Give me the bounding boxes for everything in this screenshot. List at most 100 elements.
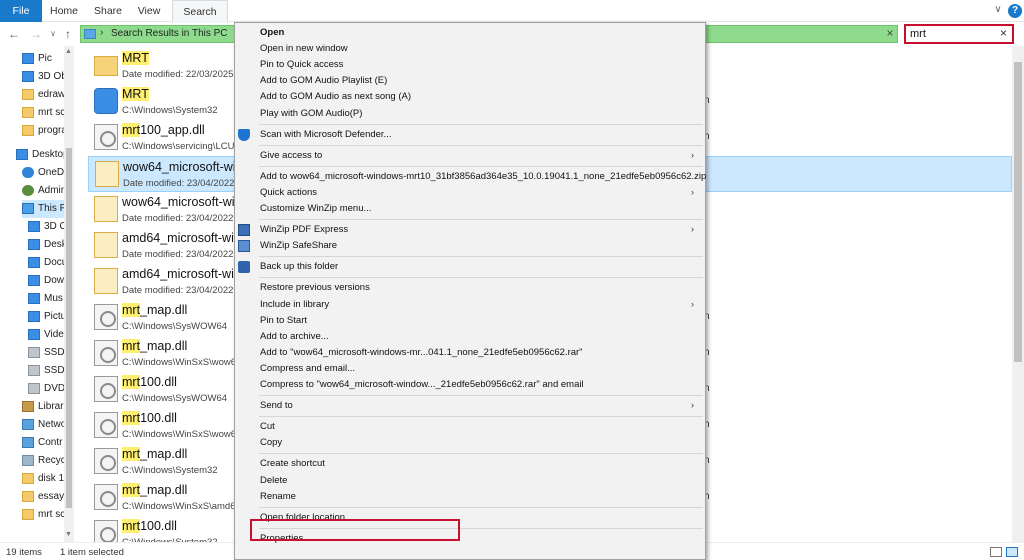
menu-item-copy[interactable]: Copy: [235, 435, 705, 452]
nav-item-label: SSD-: [44, 365, 64, 376]
nav-item[interactable]: mrt sc: [22, 104, 64, 122]
nav-item[interactable]: Pic: [22, 50, 64, 68]
menu-separator: [259, 453, 703, 455]
nav-item[interactable]: OneDr: [22, 164, 64, 182]
menu-item-compress-to-wow64-microsoft-window-21edf[interactable]: Compress to "wow64_microsoft-window..._2…: [235, 377, 705, 394]
menu-item-restore-previous-versions[interactable]: Restore previous versions: [235, 280, 705, 297]
nav-item[interactable]: Mus: [28, 290, 64, 308]
scroll-up-icon[interactable]: ▲: [65, 48, 72, 55]
menu-item-label: WinZip SafeShare: [260, 240, 338, 252]
nav-item[interactable]: This P: [22, 200, 64, 218]
nav-item-label: Mus: [44, 293, 63, 304]
menu-item-quick-actions[interactable]: Quick actions ›: [235, 185, 705, 202]
menu-item-scan-with-microsoft-defender[interactable]: Scan with Microsoft Defender...: [235, 127, 705, 144]
nav-item-label: essays: [38, 491, 64, 502]
address-clear-button[interactable]: ×: [883, 26, 897, 40]
nav-item[interactable]: mrt sc: [22, 506, 64, 524]
menu-item-rename[interactable]: Rename: [235, 489, 705, 506]
file-name: mrt100_app.dll: [122, 123, 205, 137]
menu-item-give-access-to[interactable]: Give access to ›: [235, 148, 705, 165]
menu-item-add-to-gom-audio-as-next-song-a[interactable]: Add to GOM Audio as next song (A): [235, 89, 705, 106]
large-icons-view-icon[interactable]: [1006, 547, 1018, 557]
menu-item-compress-and-email[interactable]: Compress and email...: [235, 361, 705, 378]
nav-item[interactable]: Desktop: [16, 146, 64, 164]
nav-item[interactable]: 3D Ob: [22, 68, 64, 86]
nav-item[interactable]: Docu: [28, 254, 64, 272]
menu-separator: [259, 506, 703, 508]
item-count: 19 items: [6, 547, 42, 558]
menu-item-add-to-archive[interactable]: Add to archive...: [235, 329, 705, 346]
file-list-scrollbar-thumb[interactable]: [1014, 62, 1022, 362]
menu-item-add-to-wow64-microsoft-windows-mrt10-31b[interactable]: Add to wow64_microsoft-windows-mrt10_31b…: [235, 169, 706, 186]
chevron-down-icon[interactable]: ∨: [992, 4, 1004, 16]
nav-item[interactable]: Recyc: [22, 452, 64, 470]
back-arrow-icon[interactable]: ←: [8, 27, 20, 41]
tab-view[interactable]: View: [132, 0, 166, 22]
tab-home[interactable]: Home: [44, 0, 84, 22]
menu-item-label: Cut: [260, 421, 275, 433]
nav-item[interactable]: Librari: [22, 398, 64, 416]
menu-item-open-in-new-window[interactable]: Open in new window: [235, 41, 705, 58]
nav-item[interactable]: SSD-: [28, 362, 64, 380]
nav-item-label: 3D O: [44, 221, 64, 232]
nav-item[interactable]: 3D O: [28, 218, 64, 236]
menu-item-add-to-wow64-microsoft-windows-mr-041-1-[interactable]: Add to "wow64_microsoft-windows-mr...041…: [235, 345, 705, 362]
folder-icon: [22, 491, 34, 502]
compressed-folder-icon: [95, 161, 119, 187]
file-meta: C:\Windows\WinSxS\wow64: [122, 357, 242, 368]
menu-item-open[interactable]: Open: [235, 25, 705, 42]
search-clear-button[interactable]: ×: [1000, 26, 1007, 40]
nav-item[interactable]: DVD: [28, 380, 64, 398]
nav-item-label: edraw: [38, 89, 64, 100]
details-view-icon[interactable]: [990, 547, 1002, 557]
menu-item-play-with-gom-audio-p[interactable]: Play with GOM Audio(P): [235, 106, 705, 123]
file-name: mrt100.dll: [122, 519, 177, 533]
menu-item-include-in-library[interactable]: Include in library ›: [235, 297, 705, 314]
tab-search[interactable]: Search: [172, 0, 228, 23]
menu-item-add-to-gom-audio-playlist-e[interactable]: Add to GOM Audio Playlist (E): [235, 73, 705, 90]
tab-share[interactable]: Share: [88, 0, 128, 22]
menu-item-pin-to-start[interactable]: Pin to Start: [235, 313, 705, 330]
nav-item[interactable]: Admin: [22, 182, 64, 200]
nav-item-label: SSD-: [44, 347, 64, 358]
menu-item-customize-winzip-menu[interactable]: Customize WinZip menu...: [235, 201, 705, 218]
compressed-folder-icon: [94, 268, 118, 294]
nav-item[interactable]: edraw: [22, 86, 64, 104]
file-name-part: _map.dll: [140, 303, 188, 317]
file-name: mrt100.dll: [122, 375, 177, 389]
menu-item-label: Copy: [260, 437, 283, 449]
nav-item-label: disk 1(: [38, 473, 64, 484]
menu-item-label: Quick actions: [260, 186, 318, 198]
menu-item-back-up-this-folder[interactable]: Back up this folder: [235, 259, 705, 276]
scroll-down-icon[interactable]: ▼: [65, 531, 72, 538]
nav-item[interactable]: disk 1(: [22, 470, 64, 488]
menu-separator: [259, 277, 703, 279]
help-icon[interactable]: ?: [1008, 4, 1022, 18]
nav-item[interactable]: Dow: [28, 272, 64, 290]
nav-item[interactable]: Desk: [28, 236, 64, 254]
up-arrow-icon[interactable]: ↑: [62, 27, 74, 41]
menu-item-cut[interactable]: Cut: [235, 419, 705, 436]
menu-item-winzip-safeshare[interactable]: WinZip SafeShare: [235, 238, 705, 255]
nav-item[interactable]: Pictu: [28, 308, 64, 326]
search-input[interactable]: mrt ×: [904, 24, 1014, 44]
folder-icon: [94, 56, 118, 76]
file-name-part: _map.dll: [140, 447, 188, 461]
nav-item[interactable]: Vide: [28, 326, 64, 344]
dll-file-icon: [94, 340, 118, 366]
menu-item-pin-to-quick-access[interactable]: Pin to Quick access: [235, 57, 705, 74]
menu-item-create-shortcut[interactable]: Create shortcut: [235, 456, 705, 473]
nav-item-label: Pictu: [44, 311, 64, 322]
forward-arrow-icon[interactable]: →: [30, 27, 42, 41]
menu-item-send-to[interactable]: Send to ›: [235, 398, 705, 415]
nav-item[interactable]: essays: [22, 488, 64, 506]
menu-item-winzip-pdf-express[interactable]: WinZip PDF Express ›: [235, 222, 705, 239]
nav-item[interactable]: Netwo: [22, 416, 64, 434]
tab-file[interactable]: File: [0, 0, 42, 22]
nav-item[interactable]: SSD-: [28, 344, 64, 362]
nav-scrollbar-thumb[interactable]: [66, 148, 72, 508]
menu-item-delete[interactable]: Delete: [235, 473, 705, 490]
nav-item[interactable]: Contr: [22, 434, 64, 452]
recent-locations-icon[interactable]: ∨: [47, 27, 59, 41]
nav-item[interactable]: progra: [22, 122, 64, 140]
